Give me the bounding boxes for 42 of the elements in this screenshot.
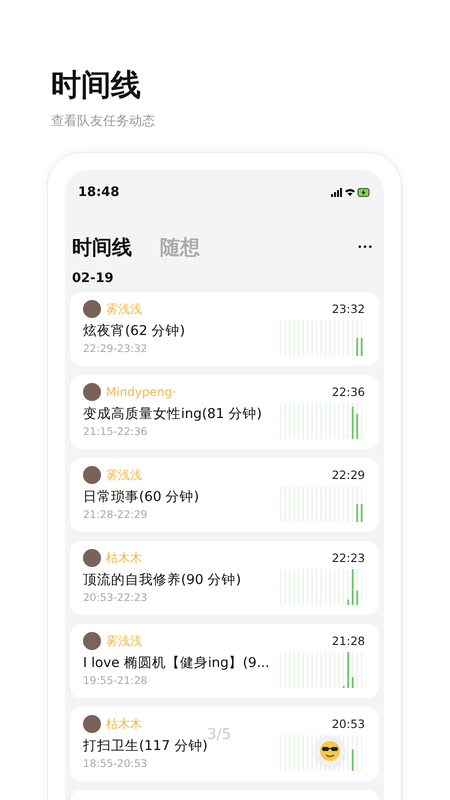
date-label: 02-19 — [72, 271, 115, 286]
user-name: 雾浅浅 — [106, 300, 142, 318]
time-range: 21:28-22:29 — [83, 509, 148, 521]
task-title: 炫夜宵(62 分钟) — [83, 322, 186, 340]
task-title: I love 椭圆机【健身ing】(9... — [83, 654, 270, 672]
time-range: 22:29-23:32 — [83, 343, 148, 355]
end-time: 21:28 — [332, 634, 365, 648]
task-title: 日常琐事(60 分钟) — [83, 488, 200, 506]
page-subtitle: 查看队友任务动态 — [51, 113, 156, 130]
task-title: 变成高质量女性ing(81 分钟) — [83, 405, 262, 423]
timeline-card[interactable]: Mindypeng· 22:36 变成高质量女性ing(81 分钟) 21:15-22:36 — [70, 375, 379, 449]
avatar-icon — [83, 466, 101, 484]
user-name: Mindypeng· — [106, 385, 176, 399]
task-title: 打扫卫生(117 分钟) — [83, 737, 208, 755]
avatar-icon — [83, 383, 101, 401]
avatar-icon — [83, 632, 101, 650]
end-time: 23:32 — [332, 302, 365, 316]
status-icons — [331, 187, 371, 198]
avatar-icon — [83, 715, 101, 733]
time-range: 19:55-21:28 — [83, 675, 148, 687]
task-title: 顶流的自我修养(90 分钟) — [83, 571, 242, 589]
more-button[interactable]: ••• — [351, 242, 379, 252]
time-range: 18:55-20:53 — [83, 758, 148, 770]
end-time: 20:53 — [332, 717, 365, 731]
timeline-card[interactable]: 枯木木 22:23 顶流的自我修养(90 分钟) 20:53-22:23 — [70, 541, 379, 615]
tab[interactable]: 时间线 — [72, 234, 132, 261]
time-range: 20:53-22:23 — [83, 592, 148, 604]
timeline-card[interactable]: 雾浅浅 23:32 炫夜宵(62 分钟) 22:29-23:32 — [70, 292, 379, 366]
time-range: 21:15-22:36 — [83, 426, 148, 438]
status-time: 18:48 — [78, 185, 120, 200]
user-name: 枯木木 — [106, 716, 142, 732]
end-time: 22:23 — [332, 551, 365, 565]
end-time: 22:36 — [332, 385, 365, 399]
avatar-icon — [83, 549, 101, 567]
page-title: 时间线 — [51, 67, 142, 105]
end-time: 22:29 — [332, 468, 365, 482]
user-name: 枯木木 — [106, 550, 142, 566]
avatar-icon — [83, 300, 101, 318]
timeline-card[interactable]: 雾浅浅 21:28 I love 椭圆机【健身ing】(9... 19:55-21:28 — [70, 624, 379, 698]
user-name: 雾浅浅 — [106, 632, 142, 650]
timeline-card[interactable]: 雾浅浅 22:29 日常琐事(60 分钟) 21:28-22:29 — [70, 458, 379, 532]
user-name: 雾浅浅 — [106, 466, 142, 484]
